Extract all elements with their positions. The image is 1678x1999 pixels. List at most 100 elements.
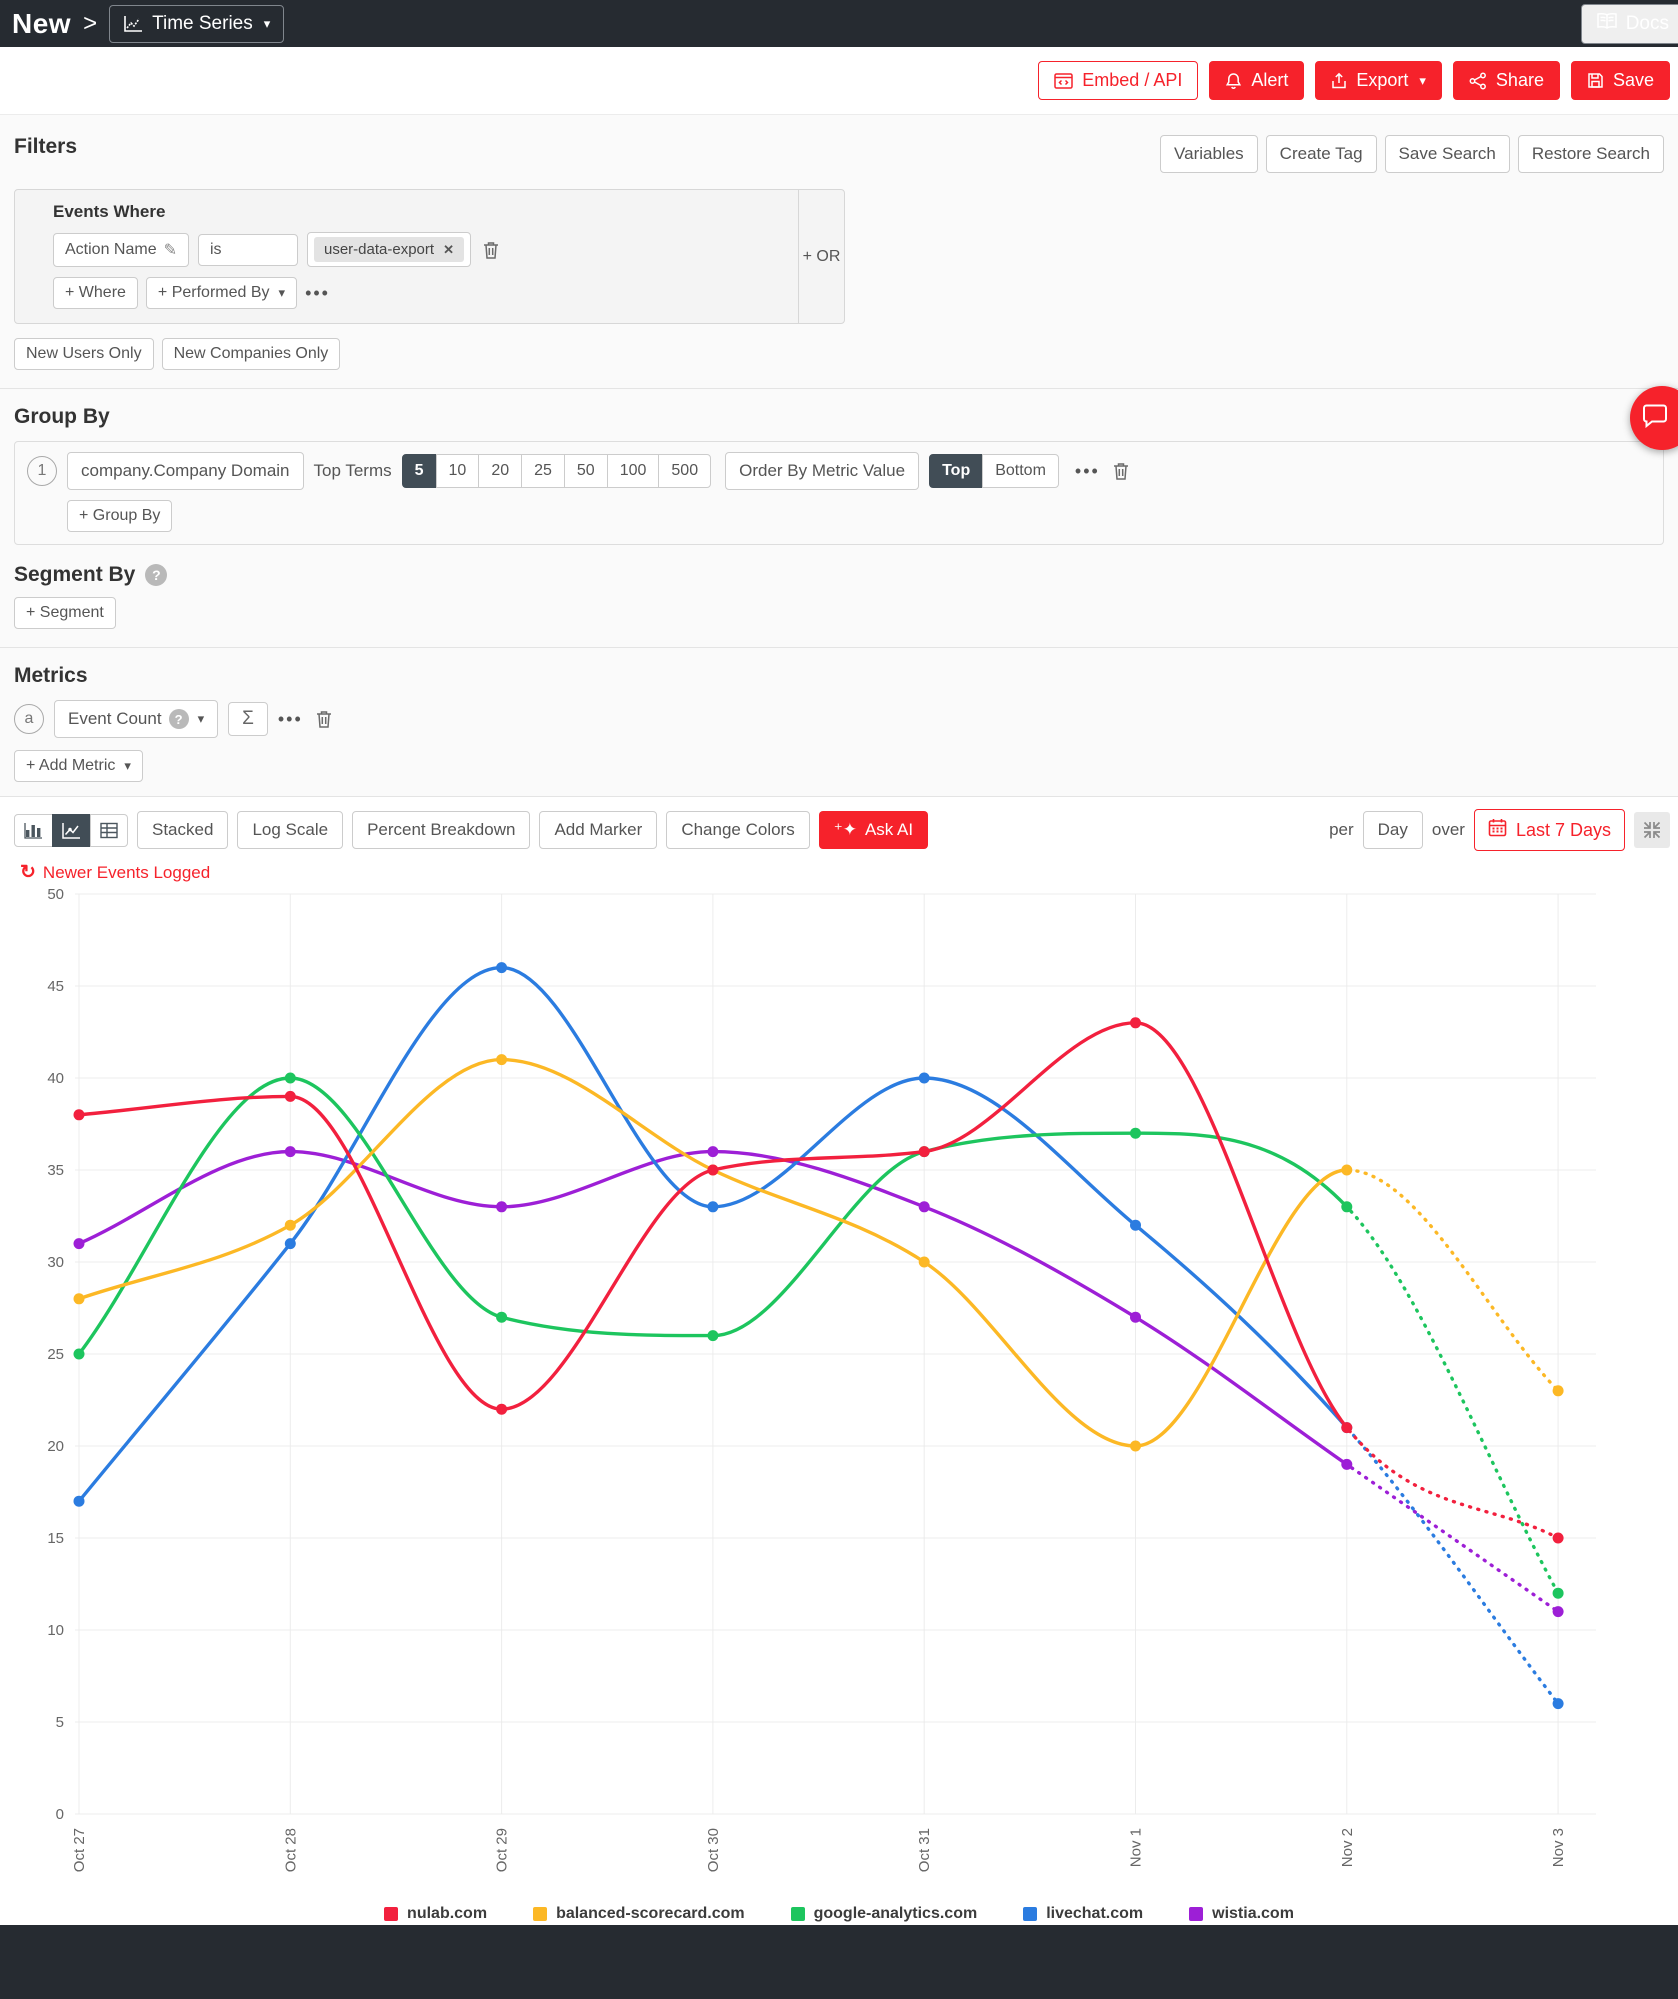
table-icon[interactable]	[90, 814, 128, 847]
data-point[interactable]	[285, 1238, 296, 1249]
legend-item-livechat-com[interactable]: livechat.com	[1023, 1905, 1143, 1923]
metric-dropdown[interactable]: Event Count ? ▾	[54, 700, 218, 738]
data-point[interactable]	[1553, 1606, 1564, 1617]
top-terms-500[interactable]: 500	[658, 454, 711, 488]
help-icon[interactable]: ?	[145, 564, 167, 586]
legend-item-wistia-com[interactable]: wistia.com	[1189, 1905, 1294, 1923]
data-point[interactable]	[1341, 1459, 1352, 1470]
data-point[interactable]	[919, 1257, 930, 1268]
share-button[interactable]: Share	[1453, 61, 1560, 100]
data-point[interactable]	[496, 962, 507, 973]
breadcrumb-new[interactable]: New	[12, 8, 71, 40]
data-point[interactable]	[74, 1496, 85, 1507]
data-point[interactable]	[285, 1146, 296, 1157]
data-point[interactable]	[1553, 1588, 1564, 1599]
data-point[interactable]	[496, 1404, 507, 1415]
add-or-button[interactable]: + OR	[798, 190, 844, 323]
data-point[interactable]	[707, 1330, 718, 1341]
metric-more-options[interactable]: •••	[278, 709, 303, 730]
data-point[interactable]	[1341, 1201, 1352, 1212]
data-point[interactable]	[1553, 1533, 1564, 1544]
filters-action-create-tag[interactable]: Create Tag	[1266, 135, 1377, 173]
data-point[interactable]	[1130, 1017, 1141, 1028]
add-segment-button[interactable]: + Segment	[14, 597, 116, 629]
data-point[interactable]	[285, 1073, 296, 1084]
docs-button[interactable]: Docs	[1581, 4, 1678, 44]
date-range-button[interactable]: Last 7 Days	[1474, 809, 1625, 851]
export-button[interactable]: Export ▾	[1315, 61, 1442, 100]
data-point[interactable]	[1130, 1220, 1141, 1231]
bar-chart-icon[interactable]	[14, 814, 53, 847]
top-terms-50[interactable]: 50	[564, 454, 608, 488]
top-terms-20[interactable]: 20	[478, 454, 522, 488]
data-point[interactable]	[1130, 1441, 1141, 1452]
data-point[interactable]	[1553, 1385, 1564, 1396]
alert-button[interactable]: Alert	[1209, 61, 1304, 100]
filter-value-chip[interactable]: user-data-export ✕	[314, 237, 464, 262]
chart-option-stacked[interactable]: Stacked	[137, 811, 228, 849]
data-point[interactable]	[74, 1109, 85, 1120]
embed-api-button[interactable]: Embed / API	[1038, 61, 1198, 100]
aggregation-sigma-button[interactable]: Σ	[228, 702, 268, 736]
legend-item-balanced-scorecard-com[interactable]: balanced-scorecard.com	[533, 1905, 745, 1923]
delete-filter-trash-icon[interactable]	[480, 238, 502, 262]
chart-option-log-scale[interactable]: Log Scale	[237, 811, 343, 849]
data-point[interactable]	[74, 1293, 85, 1304]
filters-action-variables[interactable]: Variables	[1160, 135, 1258, 173]
top-terms-5[interactable]: 5	[402, 454, 437, 488]
new-users-only-button[interactable]: New Users Only	[14, 338, 154, 370]
add-performed-by-button[interactable]: + Performed By ▾	[146, 277, 297, 309]
add-metric-button[interactable]: + Add Metric ▾	[14, 750, 143, 782]
ask-ai-button[interactable]: ⁺✦ Ask AI	[819, 811, 928, 849]
data-point[interactable]	[285, 1091, 296, 1102]
filter-property-button[interactable]: Action Name ✎	[53, 233, 189, 267]
legend-item-nulab-com[interactable]: nulab.com	[384, 1905, 487, 1923]
group-property-button[interactable]: company.Company Domain	[67, 452, 304, 490]
data-point[interactable]	[707, 1165, 718, 1176]
data-point[interactable]	[919, 1146, 930, 1157]
collapse-icon[interactable]	[1634, 812, 1670, 848]
add-where-button[interactable]: + Where	[53, 277, 138, 309]
data-point[interactable]	[74, 1238, 85, 1249]
order-top[interactable]: Top	[929, 454, 983, 488]
data-point[interactable]	[496, 1054, 507, 1065]
data-point[interactable]	[496, 1312, 507, 1323]
chart-canvas[interactable]: 05101520253035404550Oct 27Oct 28Oct 29Oc…	[0, 886, 1678, 1886]
interval-button[interactable]: Day	[1363, 811, 1423, 849]
data-point[interactable]	[707, 1146, 718, 1157]
order-by-metric-value-label[interactable]: Order By Metric Value	[725, 452, 919, 490]
data-point[interactable]	[1553, 1698, 1564, 1709]
data-point[interactable]	[496, 1201, 507, 1212]
chart-option-percent-breakdown[interactable]: Percent Breakdown	[352, 811, 530, 849]
time-series-chart[interactable]: 05101520253035404550Oct 27Oct 28Oct 29Oc…	[0, 886, 1678, 1891]
report-type-dropdown[interactable]: Time Series ▾	[109, 5, 284, 43]
filters-action-restore-search[interactable]: Restore Search	[1518, 135, 1664, 173]
delete-metric-trash-icon[interactable]	[313, 707, 335, 731]
order-bottom[interactable]: Bottom	[982, 454, 1059, 488]
add-group-by-button[interactable]: + Group By	[67, 500, 172, 532]
data-point[interactable]	[919, 1073, 930, 1084]
filter-more-options[interactable]: •••	[305, 283, 330, 304]
data-point[interactable]	[1341, 1422, 1352, 1433]
data-point[interactable]	[285, 1220, 296, 1231]
data-point[interactable]	[707, 1201, 718, 1212]
remove-chip-icon[interactable]: ✕	[443, 242, 454, 258]
data-point[interactable]	[1341, 1165, 1352, 1176]
top-terms-25[interactable]: 25	[521, 454, 565, 488]
series-nulab-com[interactable]	[74, 1017, 1564, 1543]
data-point[interactable]	[1130, 1312, 1141, 1323]
line-chart-icon-selected[interactable]	[52, 814, 91, 847]
group-more-options[interactable]: •••	[1075, 461, 1100, 482]
data-point[interactable]	[74, 1349, 85, 1360]
series-wistia-com[interactable]	[74, 1146, 1564, 1617]
save-button[interactable]: Save	[1571, 61, 1670, 100]
chart-option-add-marker[interactable]: Add Marker	[539, 811, 657, 849]
legend-item-google-analytics-com[interactable]: google-analytics.com	[791, 1905, 978, 1923]
newer-events-notice[interactable]: ↻ Newer Events Logged	[20, 861, 1678, 884]
data-point[interactable]	[1130, 1128, 1141, 1139]
new-companies-only-button[interactable]: New Companies Only	[162, 338, 341, 370]
filters-action-save-search[interactable]: Save Search	[1385, 135, 1510, 173]
top-terms-100[interactable]: 100	[607, 454, 660, 488]
series-livechat-com[interactable]	[74, 962, 1564, 1709]
delete-group-trash-icon[interactable]	[1110, 459, 1132, 483]
